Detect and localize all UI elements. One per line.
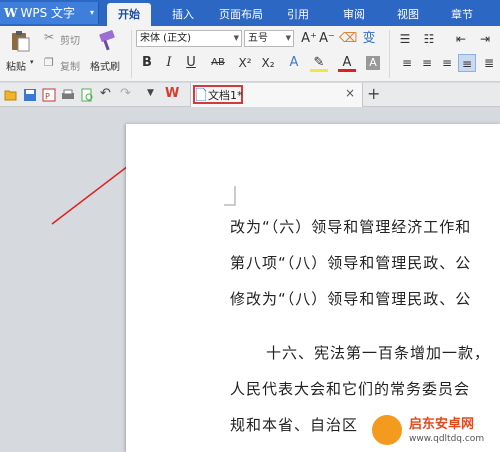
document-paragraph: 第八项“（八）领导和管理民政、公 (230, 254, 472, 272)
watermark: 启东安卓网 www.qdltdq.com (370, 410, 500, 452)
document-paragraph: 十六、宪法第一百条增加一款， (266, 344, 491, 362)
watermark-url: www.qdltdq.com (409, 434, 485, 444)
margin-corner-marker (224, 186, 236, 206)
document-paragraph: 人民代表大会和它们的常务委员会 (230, 380, 471, 398)
document-paragraph: 规和本省、自治区 (230, 416, 359, 434)
document-page[interactable]: 改为“（六）领导和管理经济工作和 第八项“（八）领导和管理民政、公 修改为“（八… (126, 124, 500, 452)
document-paragraph: 修改为“（八）领导和管理民政、公 (230, 290, 472, 308)
document-paragraph: 改为“（六）领导和管理经济工作和 (230, 218, 472, 236)
watermark-logo-icon (370, 413, 404, 447)
watermark-title: 启东安卓网 (409, 417, 475, 432)
